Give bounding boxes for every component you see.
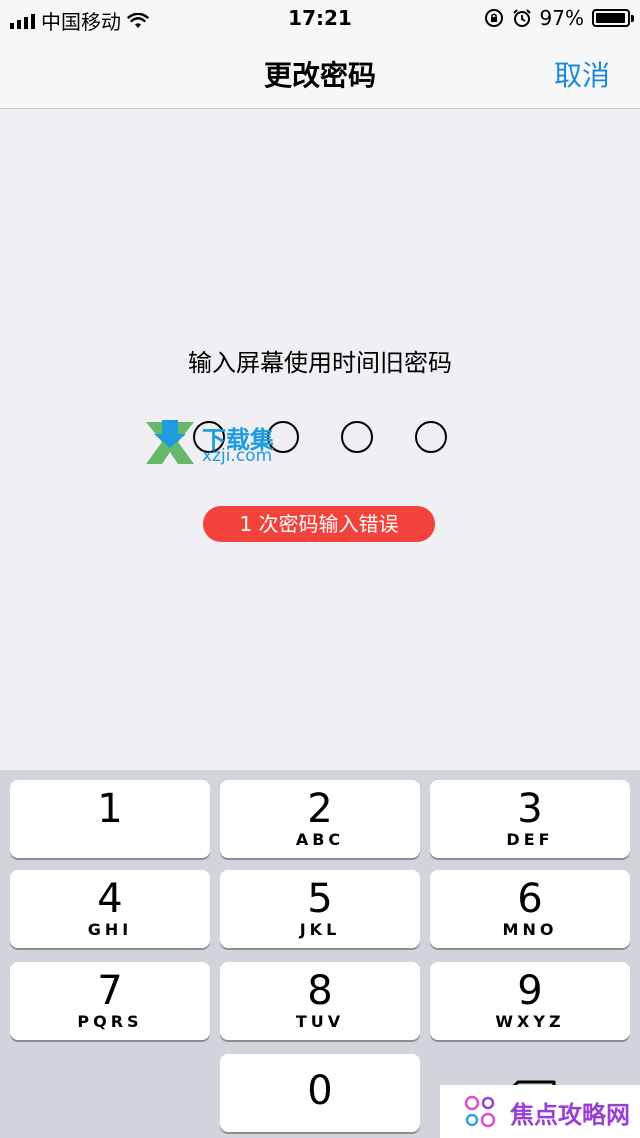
key-digit: 6	[517, 876, 543, 922]
key-digit: 1	[97, 786, 123, 832]
status-bar: 中国移动 17:21 97%	[0, 0, 640, 36]
key-0[interactable]: 0	[220, 1054, 420, 1132]
key-letters: DEF	[506, 830, 554, 849]
key-digit: 3	[517, 786, 543, 832]
status-right: 97%	[484, 6, 634, 30]
key-1[interactable]: 1	[10, 780, 210, 858]
key-7[interactable]: 7 PQRS	[10, 962, 210, 1040]
key-2[interactable]: 2 ABC	[220, 780, 420, 858]
badge-text: 焦点攻略网	[510, 1101, 630, 1129]
key-letters: TUV	[295, 1012, 345, 1031]
badge-logo-icon	[464, 1095, 496, 1128]
cancel-button[interactable]: 取消	[554, 54, 610, 94]
key-digit: 4	[97, 876, 123, 922]
key-letters: WXYZ	[495, 1012, 565, 1031]
key-digit: 7	[97, 968, 123, 1014]
passcode-dot	[415, 421, 447, 453]
passcode-dots	[0, 421, 640, 453]
battery-icon	[592, 9, 634, 27]
key-digit: 9	[517, 968, 543, 1014]
key-digit: 5	[307, 876, 333, 922]
page-title: 更改密码	[263, 59, 376, 92]
watermark: 下载集 xzji.com	[140, 418, 290, 468]
key-letters: PQRS	[77, 1012, 143, 1031]
key-3[interactable]: 3 DEF	[430, 780, 630, 858]
watermark-subtitle: xzji.com	[202, 446, 273, 466]
key-letters: MNO	[502, 920, 558, 939]
key-8[interactable]: 8 TUV	[220, 962, 420, 1040]
key-5[interactable]: 5 JKL	[220, 870, 420, 948]
key-4[interactable]: 4 GHI	[10, 870, 210, 948]
key-digit: 0	[307, 1068, 333, 1114]
passcode-prompt: 输入屏幕使用时间旧密码	[188, 349, 452, 377]
alarm-icon	[512, 9, 531, 27]
key-letters: JKL	[299, 920, 341, 939]
passcode-dot	[341, 421, 373, 453]
key-digit: 8	[307, 968, 333, 1014]
key-9[interactable]: 9 WXYZ	[430, 962, 630, 1040]
key-digit: 2	[307, 786, 333, 832]
rotation-lock-icon	[484, 9, 503, 27]
key-letters: ABC	[295, 830, 345, 849]
key-6[interactable]: 6 MNO	[430, 870, 630, 948]
key-letters: GHI	[87, 920, 133, 939]
error-badge: 1 次密码输入错误	[203, 506, 435, 542]
battery-percent: 97%	[539, 6, 584, 30]
watermark-logo-icon	[146, 420, 194, 464]
watermark-badge: 焦点攻略网	[440, 1085, 640, 1138]
navigation-bar: 更改密码 取消	[0, 36, 640, 109]
